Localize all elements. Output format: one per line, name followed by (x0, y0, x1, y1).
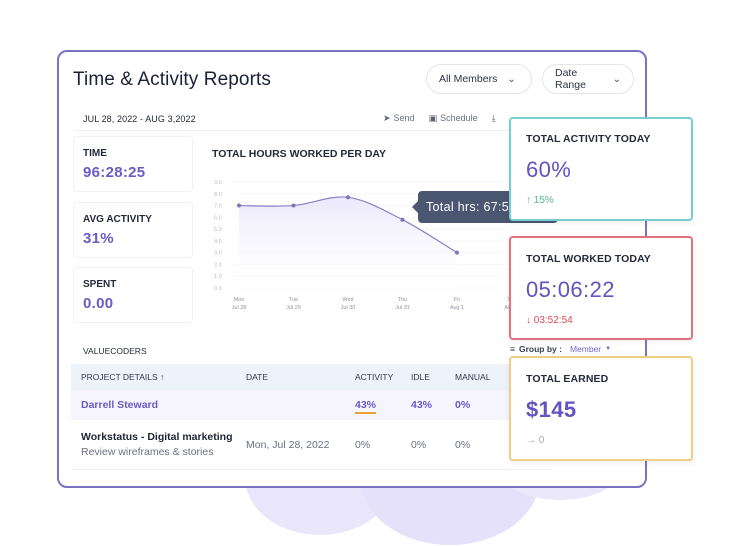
x-tick-day: Tue (289, 297, 298, 303)
sort-lines-icon: ≡ (510, 344, 515, 354)
row-idle: 0% (411, 438, 427, 451)
send-label: Send (393, 113, 415, 123)
table-row[interactable]: Workstatus - Digital marketing Review wi… (71, 420, 551, 470)
data-point (237, 203, 241, 208)
card-value: $145 (526, 397, 577, 422)
page-title: Time & Activity Reports (73, 69, 271, 90)
x-tick-date: Jul 31 (395, 305, 410, 311)
date-range-label: Date Range (555, 67, 586, 91)
table-header: PROJECT DETAILS ↑ DATE ACTIVITY IDLE MAN… (71, 364, 551, 390)
schedule-button[interactable]: ▣ Schedule (429, 113, 478, 124)
calendar-icon: ▣ (428, 113, 438, 123)
stat-time: TIME 96:28:25 (73, 136, 193, 192)
stat-value: 31% (83, 230, 114, 247)
x-tick-day: Mon (234, 297, 245, 303)
stat-spent: SPENT 0.00 (73, 267, 193, 323)
data-point (291, 203, 296, 208)
y-tick-label: 1.0 (214, 274, 222, 280)
project-name: Workstatus - Digital marketing (81, 431, 233, 443)
data-point (400, 217, 405, 222)
y-tick-label: 9.0 (214, 180, 222, 186)
stat-avg-activity: AVG ACTIVITY 31% (73, 202, 193, 258)
card-label: TOTAL ACTIVITY TODAY (526, 133, 651, 145)
column-date[interactable]: DATE (246, 372, 355, 382)
data-point (346, 195, 350, 200)
group-by-control[interactable]: ≡ Group by : Member ▼ (510, 344, 611, 354)
group-by-value: Member (569, 344, 602, 354)
x-tick-day: Fri (454, 297, 460, 303)
member-row[interactable]: Darrell Steward 43% 43% 0% (71, 390, 551, 420)
x-tick-date: Jul 28 (232, 305, 247, 311)
card-delta: ↓ 03:52:54 (526, 315, 573, 326)
selected-date-range: JUL 28, 2022 - AUG 3,2022 (83, 114, 196, 124)
members-filter-dropdown[interactable]: All Members ⌄ (426, 64, 532, 94)
task-name: Review wireframes & stories (81, 446, 214, 458)
x-tick-date: Aug 1 (450, 305, 464, 311)
y-tick-label: 5.0 (214, 227, 222, 233)
stat-label: SPENT (83, 279, 117, 290)
group-by-label: Group by : (518, 344, 562, 354)
download-button[interactable]: ⤓ (492, 113, 499, 124)
total-earned-card: TOTAL EARNED $145 → 0 (509, 356, 693, 461)
x-tick-day: Wed (342, 297, 353, 303)
schedule-label: Schedule (440, 113, 478, 123)
x-tick-day: Thu (398, 297, 407, 303)
card-label: TOTAL EARNED (526, 373, 609, 385)
member-activity: 43% (355, 399, 377, 414)
y-tick-label: 0.0 (214, 286, 222, 292)
row-date: Mon, Jul 28, 2022 (246, 438, 330, 451)
caret-down-icon: ▼ (605, 346, 612, 352)
stat-value: 96:28:25 (83, 164, 146, 181)
organization-name: VALUECODERS (83, 346, 147, 356)
row-manual: 0% (455, 438, 471, 451)
card-delta: ↑ 15% (526, 195, 554, 206)
card-label: TOTAL WORKED TODAY (526, 253, 651, 265)
stat-value: 0.00 (83, 295, 114, 312)
total-worked-card: TOTAL WORKED TODAY 05:06:22 ↓ 03:52:54 (509, 236, 693, 340)
stat-label: TIME (83, 148, 107, 159)
column-project-details[interactable]: PROJECT DETAILS ↑ (71, 372, 246, 382)
send-icon: ➤ (383, 113, 391, 123)
download-icon: ⤓ (491, 113, 496, 123)
stat-label: AVG ACTIVITY (83, 214, 152, 225)
column-manual[interactable]: MANUAL (455, 372, 515, 382)
report-actions: ➤ Send ▣ Schedule ⤓ (383, 113, 499, 124)
y-tick-label: 6.0 (214, 215, 222, 221)
members-filter-label: All Members (439, 73, 498, 85)
y-tick-label: 8.0 (214, 192, 222, 198)
chevron-down-icon: ⌄ (507, 73, 516, 85)
y-tick-label: 4.0 (214, 239, 222, 245)
member-manual: 0% (455, 399, 471, 411)
total-activity-card: TOTAL ACTIVITY TODAY 60% ↑ 15% (509, 117, 693, 221)
member-idle: 43% (411, 399, 433, 411)
card-value: 05:06:22 (526, 277, 615, 302)
column-idle[interactable]: IDLE (411, 372, 455, 382)
y-tick-label: 7.0 (214, 204, 222, 210)
card-value: 60% (526, 157, 572, 182)
member-name[interactable]: Darrell Steward (71, 399, 246, 411)
column-activity[interactable]: ACTIVITY (355, 372, 411, 382)
row-activity: 0% (355, 438, 371, 451)
x-tick-date: Jul 29 (286, 305, 301, 311)
x-tick-date: Jul 30 (341, 305, 356, 311)
card-delta: → 0 (526, 435, 545, 446)
y-tick-label: 3.0 (214, 251, 222, 257)
chevron-down-icon: ⌄ (612, 73, 621, 85)
y-tick-label: 2.0 (214, 262, 222, 268)
data-point (455, 250, 459, 255)
report-table: PROJECT DETAILS ↑ DATE ACTIVITY IDLE MAN… (71, 364, 551, 470)
send-button[interactable]: ➤ Send (383, 113, 415, 124)
date-range-dropdown[interactable]: Date Range ⌄ (542, 64, 634, 94)
